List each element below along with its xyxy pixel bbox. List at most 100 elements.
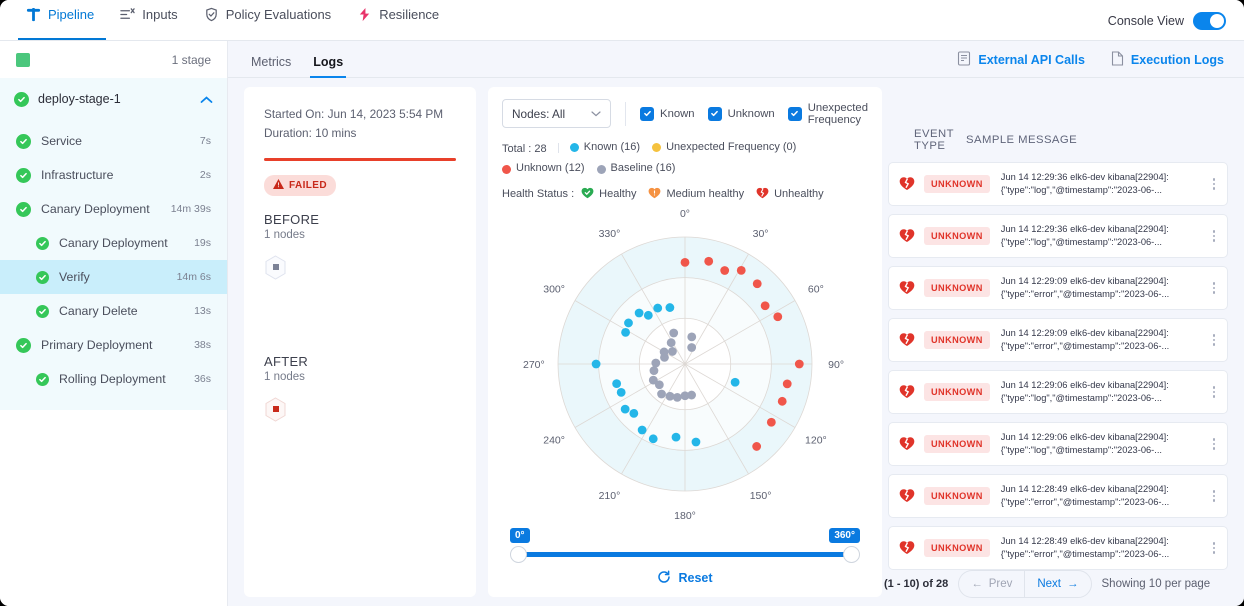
next-page-button[interactable]: Next → <box>1024 570 1092 598</box>
check-circle-icon <box>16 133 31 149</box>
row-menu-button[interactable] <box>1205 230 1223 242</box>
log-message-line1: Jun 14 12:28:49 elk6-dev kibana[22904]: <box>1000 535 1169 546</box>
event-type-badge: UNKNOWN <box>924 331 990 349</box>
external-api-calls-button[interactable]: External API Calls <box>957 50 1085 69</box>
polar-chart[interactable]: 0° 30° 60° 90° 120° 150° 180° 210° 240° 270° 300° 3… <box>488 202 882 522</box>
reset-button[interactable]: Reset <box>488 570 882 587</box>
log-row[interactable]: UNKNOWN Jun 14 12:29:06 elk6-dev kibana[2… <box>888 422 1228 466</box>
data-point-unknown <box>782 379 792 389</box>
data-point-unknown <box>736 265 746 275</box>
row-menu-button[interactable] <box>1205 490 1223 502</box>
sidebar-item-service[interactable]: Service 7s <box>0 124 227 158</box>
data-point-baseline <box>649 365 659 375</box>
tab-logs[interactable]: Logs <box>310 55 347 78</box>
slider-track[interactable] <box>518 551 852 557</box>
log-row[interactable]: UNKNOWN Jun 14 12:29:09 elk6-dev kibana[2… <box>888 266 1228 310</box>
checkbox-unknown[interactable]: Unknown <box>707 106 775 121</box>
nav-tab-inputs[interactable]: Inputs <box>112 0 189 40</box>
sidebar-item-primary-deployment[interactable]: Primary Deployment 38s <box>0 328 227 362</box>
checkbox-checked-icon <box>787 106 802 121</box>
log-message: Jun 14 12:29:36 elk6-dev kibana[22904]: {… <box>1001 171 1205 198</box>
sidebar-item-label: Canary Delete <box>59 304 138 318</box>
check-circle-icon <box>36 372 49 386</box>
nav-tab-resilience[interactable]: Resilience <box>349 0 451 40</box>
log-row[interactable]: UNKNOWN Jun 14 12:29:36 elk6-dev kibana[2… <box>888 162 1228 206</box>
data-point-unknown <box>704 256 714 266</box>
checkbox-known[interactable]: Known <box>640 106 695 121</box>
execution-logs-button[interactable]: Execution Logs <box>1111 50 1224 69</box>
health-item-medium: Medium healthy <box>648 187 744 202</box>
log-row[interactable]: UNKNOWN Jun 14 12:29:06 elk6-dev kibana[2… <box>888 370 1228 414</box>
log-row[interactable]: UNKNOWN Jun 14 12:29:36 elk6-dev kibana[2… <box>888 214 1228 258</box>
row-menu-button[interactable] <box>1205 178 1223 190</box>
row-menu-button[interactable] <box>1205 542 1223 554</box>
log-message-line2: {"type":"log","@timestamp":"2023-06-... <box>1000 393 1163 403</box>
verify-overview-card: Started On: Jun 14, 2023 5:54 PM Duratio… <box>244 87 476 597</box>
console-view-toggle[interactable] <box>1193 12 1226 30</box>
sidebar-item-canary-deployment[interactable]: Canary Deployment 19s <box>0 226 227 260</box>
pagination-buttons: ← Prev Next → <box>958 570 1092 598</box>
external-api-calls-label: External API Calls <box>978 52 1085 67</box>
sidebar-stage-header[interactable]: deploy-stage-1 <box>0 78 227 120</box>
check-circle-icon <box>16 201 31 217</box>
row-menu-button[interactable] <box>1205 386 1223 398</box>
sidebar-item-infrastructure[interactable]: Infrastructure 2s <box>0 158 227 192</box>
checkbox-checked-icon <box>707 106 722 121</box>
nav-tab-pipeline[interactable]: Pipeline <box>18 0 107 40</box>
sidebar-item-canary-delete[interactable]: Canary Delete 13s <box>0 294 227 328</box>
row-menu-button[interactable] <box>1205 334 1223 346</box>
data-point-known <box>621 327 630 337</box>
pagination-bar: (1 - 10) of 28 ← Prev Next → Showing 10 … <box>884 562 1244 606</box>
sidebar-item-verify[interactable]: Verify 14m 6s <box>0 260 227 294</box>
before-node-count: 1 nodes <box>264 228 305 241</box>
slider-handle-min[interactable] <box>510 545 527 563</box>
log-list-header: EVENT TYPE SAMPLE MESSAGE <box>888 128 1228 162</box>
check-circle-icon <box>14 91 29 107</box>
health-status-label: Health Status : <box>502 188 575 201</box>
arrow-right-icon: → <box>1067 578 1079 590</box>
arrow-left-icon: ← <box>971 578 983 590</box>
nav-tab-policy-evaluations[interactable]: Policy Evaluations <box>196 0 344 40</box>
health-label: Medium healthy <box>666 188 745 201</box>
after-node-hexagon[interactable] <box>264 397 287 422</box>
data-point-baseline <box>657 389 666 399</box>
log-message-line1: Jun 14 12:28:49 elk6-dev kibana[22904]: <box>1000 483 1169 494</box>
log-list[interactable]: UNKNOWN Jun 14 12:29:36 elk6-dev kibana[2… <box>888 162 1228 572</box>
data-point-baseline <box>651 358 661 368</box>
checkbox-unexpected-frequency[interactable]: Unexpected Frequency <box>787 102 868 126</box>
prev-page-button[interactable]: ← Prev <box>958 570 1025 598</box>
check-circle-icon <box>36 270 49 284</box>
data-point-unknown <box>752 279 762 288</box>
health-status-legend: Health Status : Healthy Medium healthy U… <box>488 181 882 202</box>
event-type-badge: UNKNOWN <box>924 227 990 245</box>
sub-header: 1 stage Metrics Logs External API Calls … <box>0 41 1244 78</box>
column-header-sample-message: SAMPLE MESSAGE <box>966 134 1078 146</box>
tab-metrics[interactable]: Metrics <box>248 55 294 78</box>
log-message: Jun 14 12:29:06 elk6-dev kibana[22904]: {… <box>1001 379 1205 406</box>
slider-handle-max[interactable] <box>843 545 860 563</box>
svg-text:240°: 240° <box>543 434 565 446</box>
row-menu-button[interactable] <box>1205 282 1223 294</box>
heart-broken-icon <box>899 332 915 348</box>
sidebar-item-duration: 2s <box>199 169 211 181</box>
after-section-title: AFTER <box>264 353 309 369</box>
legend-item-baseline: Baseline (16) <box>596 159 675 178</box>
sidebar-item-label: Rolling Deployment <box>59 372 166 386</box>
data-point-known <box>643 310 653 320</box>
check-circle-icon <box>16 167 31 183</box>
data-point-known <box>591 359 601 369</box>
before-node-hexagon[interactable] <box>264 255 287 280</box>
chevron-up-icon[interactable] <box>200 93 213 106</box>
log-row[interactable]: UNKNOWN Jun 14 12:28:49 elk6-dev kibana[2… <box>888 474 1228 518</box>
row-menu-button[interactable] <box>1205 438 1223 450</box>
svg-text:0°: 0° <box>680 208 690 220</box>
heart-broken-icon <box>899 488 915 504</box>
log-message: Jun 14 12:29:06 elk6-dev kibana[22904]: {… <box>1001 431 1205 458</box>
sidebar-item-rolling-deployment[interactable]: Rolling Deployment 36s <box>0 362 227 396</box>
sidebar-item-canary-deployment-group[interactable]: Canary Deployment 14m 39s <box>0 192 227 226</box>
nodes-select[interactable]: Nodes: All <box>502 99 612 128</box>
log-row[interactable]: UNKNOWN Jun 14 12:29:09 elk6-dev kibana[2… <box>888 318 1228 362</box>
angle-range-slider[interactable]: 0° 360° <box>510 527 860 568</box>
execution-logs-label: Execution Logs <box>1130 52 1224 67</box>
data-point-unknown <box>794 359 804 369</box>
